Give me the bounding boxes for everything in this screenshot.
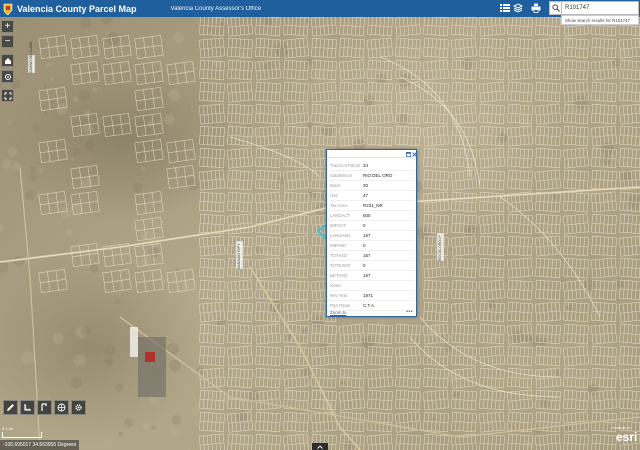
popup-field-row: LANDASD 167 [329, 231, 415, 241]
select-icon [41, 403, 47, 411]
map-road-label: MANZANO EXPY [237, 243, 241, 269]
zoom-in-button[interactable]: + [1, 20, 14, 33]
settings-tool-button[interactable] [71, 400, 86, 415]
popup-field-row: Subdivision RIO DEL ORO [329, 171, 415, 181]
search-button[interactable] [549, 1, 561, 15]
popup-field-value: 47 [363, 193, 369, 198]
popup-field-key: IMPASD [330, 243, 347, 248]
popup-field-key: LANDACT [330, 213, 351, 218]
draw-tool-button[interactable] [3, 400, 18, 415]
print-icon[interactable] [530, 2, 542, 14]
popup-field-row: IMPASD 0 [329, 241, 415, 251]
scale-bar [2, 432, 42, 438]
app-header: Valencia County Parcel Map Valencia Coun… [0, 0, 640, 17]
popup-field-row: Tax Area R231_NR [329, 201, 415, 211]
measure-tool-button[interactable] [20, 400, 35, 415]
panel-toggle-button[interactable] [312, 443, 328, 450]
popup-field-row: Tract/Lot Parcel 34 [329, 161, 415, 171]
popup-field-row: Rev Year 1971 [329, 291, 415, 301]
popup-header [327, 150, 417, 158]
pencil-icon [7, 404, 14, 411]
esri-logo[interactable]: esri [616, 430, 637, 444]
basemap-tool-button[interactable] [54, 400, 69, 415]
popup-field-value: 0 [363, 263, 366, 268]
select-tool-button[interactable] [37, 400, 52, 415]
app-subtitle: Valencia County Assessor's Office [170, 5, 262, 12]
popup-field-value: RIO DEL ORO [363, 173, 393, 178]
search-icon [551, 4, 560, 12]
globe-icon [57, 403, 66, 412]
parcel-popup[interactable]: Tract/Lot Parcel 34 Subdivision RIO DEL ORO… [326, 149, 417, 317]
map-road-label: RIO DEL ORO LP [438, 235, 442, 261]
map-road-label: CAMINO DEL LLANO [29, 41, 33, 73]
popup-field-row: TOTEXMT 0 [329, 261, 415, 271]
popup-field-value: C.T.A. [363, 303, 376, 308]
locate-button[interactable] [1, 70, 14, 83]
popup-field-value: 167 [363, 233, 371, 238]
popup-field-key: TOTEXMT [330, 263, 351, 268]
popup-field-value: 30 [363, 183, 369, 188]
popup-field-row: IMPACT 0 [329, 221, 415, 231]
layers-icon[interactable] [512, 2, 524, 14]
popup-field-value: 167 [363, 273, 371, 278]
close-icon [411, 151, 417, 157]
map-view[interactable]: MANZANO EXPY RIO DEL ORO LP CAMINO DEL LLA… [0, 17, 640, 450]
popup-field-key: Tract/Lot Parcel [330, 163, 361, 168]
popup-field-value: 500 [363, 213, 371, 218]
chevron-up-icon [317, 444, 323, 449]
parcel-map-canvas[interactable]: MANZANO EXPY RIO DEL ORO LP CAMINO DEL LLA… [0, 17, 640, 450]
popup-field-key: NETASD [330, 273, 348, 278]
popup-field-value: 1971 [363, 293, 374, 298]
popup-field-row: TOTASD 167 [329, 251, 415, 261]
popup-field-row: NETASD 167 [329, 271, 415, 281]
dock-icon [405, 151, 411, 157]
gear-icon [75, 404, 82, 411]
popup-field-value: R231_NR [363, 203, 383, 208]
popup-field-row: Notes [329, 281, 415, 291]
home-button[interactable] [1, 54, 14, 67]
search-input[interactable]: R101747 [561, 1, 639, 15]
popup-field-value: 0 [363, 223, 366, 228]
popup-field-key: Rev Year [330, 293, 348, 298]
more-actions-button[interactable]: ••• [406, 309, 413, 315]
popup-field-value: 0 [363, 243, 366, 248]
fullscreen-icon [4, 92, 11, 99]
layer-list-icon[interactable] [499, 2, 511, 14]
popup-field-key: LANDASD [330, 233, 351, 238]
popup-field-key: Block [330, 183, 341, 188]
popup-field-value: 34 [363, 163, 369, 168]
popup-field-row: LANDACT 500 [329, 211, 415, 221]
popup-field-key: TOTASD [330, 253, 348, 258]
popup-footer: Zoom to ••• [327, 309, 416, 316]
popup-field-key: Subdivision [330, 173, 352, 178]
zoom-out-button[interactable]: − [1, 35, 14, 48]
popup-attribute-table: Tract/Lot Parcel 34 Subdivision RIO DEL ORO… [329, 161, 415, 311]
popup-field-key: Unit [330, 193, 338, 198]
zoom-to-link[interactable]: Zoom to [330, 310, 347, 315]
popup-field-key: Tax Area [330, 203, 347, 208]
popup-field-key: IMPACT [330, 223, 346, 228]
coordinate-readout: -106.695017 34.663955 Degrees [0, 440, 80, 450]
popup-field-key: Prpt Prpse [330, 303, 351, 308]
county-logo-icon [3, 3, 13, 15]
measure-icon [24, 404, 31, 411]
search-suggestion[interactable]: Show search results for R101747 [561, 15, 639, 25]
popup-field-value: 167 [363, 253, 371, 258]
popup-field-key: Notes [330, 283, 342, 288]
popup-field-row: Block 30 [329, 181, 415, 191]
locate-icon [4, 73, 11, 80]
home-icon [4, 57, 11, 64]
scale-label: 0 1 mi [2, 426, 13, 431]
popup-field-row: Unit 47 [329, 191, 415, 201]
fullscreen-button[interactable] [1, 89, 14, 102]
popup-close-button[interactable] [411, 151, 417, 157]
app-title: Valencia County Parcel Map [17, 3, 137, 14]
